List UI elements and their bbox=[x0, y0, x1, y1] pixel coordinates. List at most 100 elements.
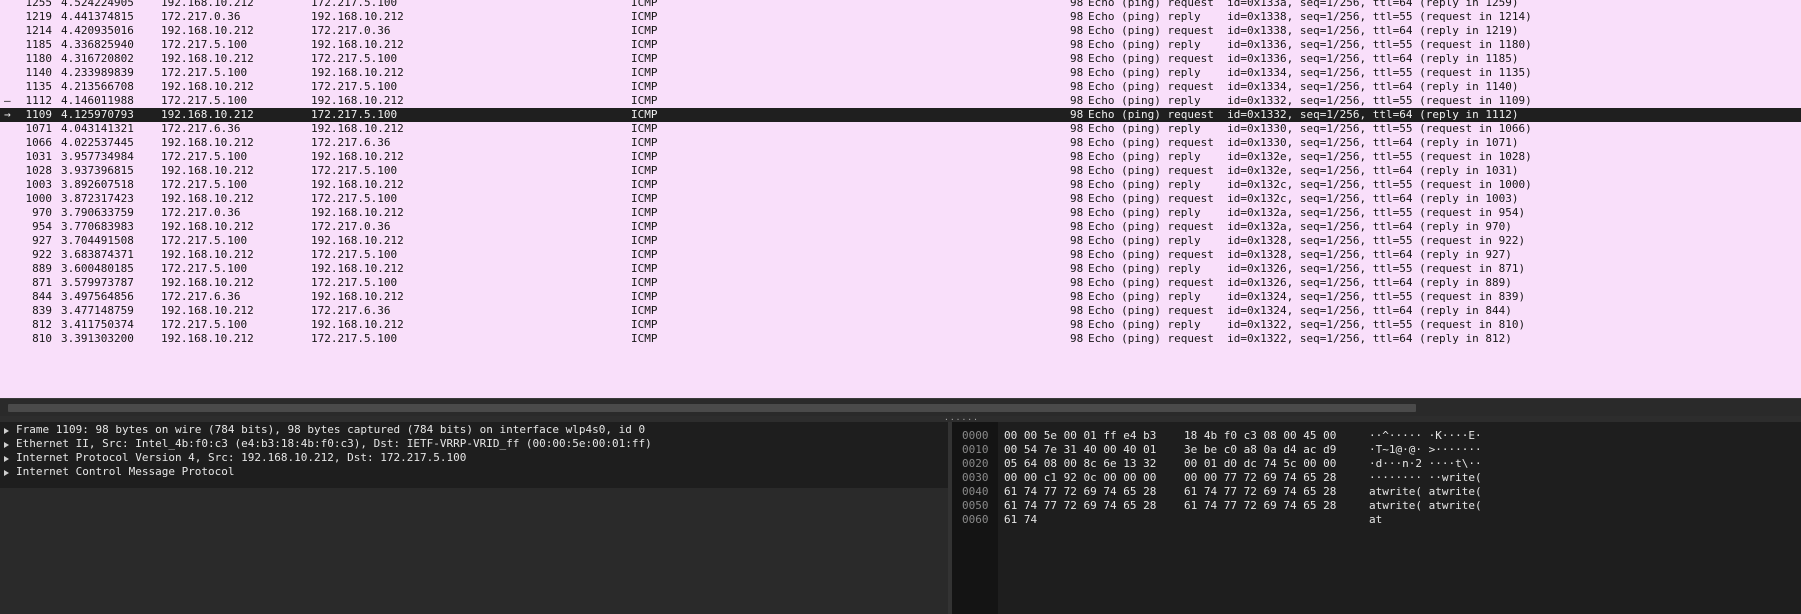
details-tree-item[interactable]: Ethernet II, Src: Intel_4b:f0:c3 (e4:b3:… bbox=[0, 437, 948, 451]
packet-destination: 192.168.10.212 bbox=[311, 94, 404, 107]
packet-length: 98 bbox=[1070, 24, 1084, 37]
packet-destination: 192.168.10.212 bbox=[311, 10, 404, 23]
packet-source: 172.217.6.36 bbox=[161, 290, 241, 303]
bytes-offset: 0000 bbox=[962, 429, 989, 442]
packet-destination: 172.217.0.36 bbox=[311, 220, 391, 233]
packet-row[interactable]: 810 3.391303200 192.168.10.212 172.217.5.10… bbox=[0, 332, 1801, 346]
packet-number: 871 bbox=[32, 276, 52, 289]
packet-time: 3.411750374 bbox=[61, 318, 134, 331]
packet-row[interactable]: 970 3.790633759 172.217.0.36 192.168.10.212… bbox=[0, 206, 1801, 220]
packet-row[interactable]: 1028 3.937396815 192.168.10.212 172.217.5.1… bbox=[0, 164, 1801, 178]
packet-length: 98 bbox=[1070, 248, 1084, 261]
bytes-hex-group: 00 00 77 72 69 74 65 28 bbox=[1184, 471, 1337, 484]
packet-number: 1066 bbox=[25, 136, 53, 149]
packet-row[interactable]: 1003 3.892607518 172.217.5.100 192.168.10.2… bbox=[0, 178, 1801, 192]
packet-source: 192.168.10.212 bbox=[161, 248, 254, 261]
packet-info: Echo (ping) request id=0x132c, seq=1/256… bbox=[1088, 192, 1519, 205]
bytes-ascii: ········ ··write( bbox=[1369, 471, 1482, 484]
packet-row[interactable]: 839 3.477148759 192.168.10.212 172.217.6.36… bbox=[0, 304, 1801, 318]
packet-row[interactable]: 812 3.411750374 172.217.5.100 192.168.10.21… bbox=[0, 318, 1801, 332]
packet-source: 172.217.5.100 bbox=[161, 318, 248, 331]
packet-row[interactable]: 1140 4.233989839 172.217.5.100 192.168.10.2… bbox=[0, 66, 1801, 80]
packet-number: 1185 bbox=[25, 38, 53, 51]
packet-info: Echo (ping) reply id=0x1334, seq=1/256, … bbox=[1088, 66, 1532, 79]
packet-row[interactable]: 1000 3.872317423 192.168.10.212 172.217.5.1… bbox=[0, 192, 1801, 206]
packet-row[interactable]: 1185 4.336825940 172.217.5.100 192.168.10.2… bbox=[0, 38, 1801, 52]
packet-destination: 192.168.10.212 bbox=[311, 150, 404, 163]
packet-row[interactable]: —1112 4.146011988 172.217.5.100 192.168.10.… bbox=[0, 94, 1801, 108]
packet-source: 172.217.5.100 bbox=[161, 94, 248, 107]
bytes-ascii: ·d···n·2 ····t\·· bbox=[1369, 457, 1482, 470]
packet-time: 3.600480185 bbox=[61, 262, 134, 275]
packet-length: 98 bbox=[1070, 318, 1084, 331]
packet-row[interactable]: 1214 4.420935016 192.168.10.212 172.217.0.3… bbox=[0, 24, 1801, 38]
packet-row[interactable]: 1255 4.524224905 192.168.10.212 172.217.5.1… bbox=[0, 0, 1801, 10]
packet-list[interactable]: 1255 4.524224905 192.168.10.212 172.217.5.1… bbox=[0, 0, 1801, 398]
bytes-offset: 0040 bbox=[962, 485, 989, 498]
packet-info: Echo (ping) request id=0x132a, seq=1/256… bbox=[1088, 220, 1512, 233]
bytes-hex-group: 00 00 c1 92 0c 00 00 00 bbox=[1004, 471, 1157, 484]
packet-time: 4.022537445 bbox=[61, 136, 134, 149]
packet-row-selected[interactable]: → 1109 4.125970793 192.168.10.212 172.217.5.… bbox=[0, 108, 1801, 122]
packet-destination: 172.217.5.100 bbox=[311, 0, 398, 9]
packet-details-pane[interactable]: Frame 1109: 98 bytes on wire (784 bits),… bbox=[0, 422, 948, 614]
packet-row[interactable]: 1135 4.213566708 192.168.10.212 172.217.5.1… bbox=[0, 80, 1801, 94]
packet-source: 172.217.0.36 bbox=[161, 10, 241, 23]
packet-number: 844 bbox=[32, 290, 52, 303]
details-tree-item[interactable]: Frame 1109: 98 bytes on wire (784 bits),… bbox=[0, 423, 948, 437]
packet-time: 4.233989839 bbox=[61, 66, 134, 79]
packet-protocol: ICMP bbox=[631, 122, 658, 135]
packet-list-horizontal-scrollbar[interactable] bbox=[0, 398, 1801, 417]
packet-source: 192.168.10.212 bbox=[161, 108, 254, 121]
packet-row[interactable]: 871 3.579973787 192.168.10.212 172.217.5.10… bbox=[0, 276, 1801, 290]
packet-number: 954 bbox=[32, 220, 52, 233]
packet-info: Echo (ping) request id=0x1326, seq=1/256… bbox=[1088, 276, 1512, 289]
packet-protocol: ICMP bbox=[631, 290, 658, 303]
packet-row[interactable]: 1071 4.043141321 172.217.6.36 192.168.10.21… bbox=[0, 122, 1801, 136]
packet-time: 3.770683983 bbox=[61, 220, 134, 233]
packet-protocol: ICMP bbox=[631, 150, 658, 163]
packet-time: 3.892607518 bbox=[61, 178, 134, 191]
packet-destination: 172.217.5.100 bbox=[311, 192, 398, 205]
packet-info: Echo (ping) request id=0x133a, seq=1/256… bbox=[1088, 0, 1519, 9]
scrollbar-thumb[interactable] bbox=[8, 404, 1416, 412]
expand-arrow-icon[interactable] bbox=[4, 470, 9, 476]
packet-row[interactable]: 1031 3.957734984 172.217.5.100 192.168.10.2… bbox=[0, 150, 1801, 164]
packet-source: 192.168.10.212 bbox=[161, 52, 254, 65]
packet-length: 98 bbox=[1070, 122, 1084, 135]
packet-row[interactable]: 889 3.600480185 172.217.5.100 192.168.10.21… bbox=[0, 262, 1801, 276]
packet-protocol: ICMP bbox=[631, 10, 658, 23]
packet-time: 4.043141321 bbox=[61, 122, 134, 135]
packet-row[interactable]: 1180 4.316720802 192.168.10.212 172.217.5.1… bbox=[0, 52, 1801, 66]
packet-number: 810 bbox=[32, 332, 52, 345]
details-tree-item[interactable]: Internet Protocol Version 4, Src: 192.16… bbox=[0, 451, 948, 465]
packet-row[interactable]: 1066 4.022537445 192.168.10.212 172.217.6.3… bbox=[0, 136, 1801, 150]
packet-row[interactable]: 922 3.683874371 192.168.10.212 172.217.5.10… bbox=[0, 248, 1801, 262]
packet-row[interactable]: 927 3.704491508 172.217.5.100 192.168.10.21… bbox=[0, 234, 1801, 248]
packet-length: 98 bbox=[1070, 220, 1084, 233]
packet-row[interactable]: 954 3.770683983 192.168.10.212 172.217.0.36… bbox=[0, 220, 1801, 234]
expand-arrow-icon[interactable] bbox=[4, 442, 9, 448]
packet-source: 172.217.0.36 bbox=[161, 206, 241, 219]
bytes-ascii: atwrite( atwrite( bbox=[1369, 485, 1482, 498]
packet-time: 3.579973787 bbox=[61, 276, 134, 289]
packet-protocol: ICMP bbox=[631, 234, 658, 247]
packet-destination: 192.168.10.212 bbox=[311, 122, 404, 135]
packet-protocol: ICMP bbox=[631, 318, 658, 331]
packet-time: 4.146011988 bbox=[61, 94, 134, 107]
packet-number: 1219 bbox=[25, 10, 53, 23]
packet-destination: 172.217.5.100 bbox=[311, 248, 398, 261]
expand-arrow-icon[interactable] bbox=[4, 428, 9, 434]
expand-arrow-icon[interactable] bbox=[4, 456, 9, 462]
packet-number: 970 bbox=[32, 206, 52, 219]
packet-details-tree[interactable]: Frame 1109: 98 bytes on wire (784 bits),… bbox=[0, 422, 948, 488]
packet-number: 889 bbox=[32, 262, 52, 275]
packet-protocol: ICMP bbox=[631, 276, 658, 289]
packet-row[interactable]: 1219 4.441374815 172.217.0.36 192.168.10.21… bbox=[0, 10, 1801, 24]
packet-protocol: ICMP bbox=[631, 206, 658, 219]
packet-row[interactable]: 844 3.497564856 172.217.6.36 192.168.10.212… bbox=[0, 290, 1801, 304]
packet-info: Echo (ping) reply id=0x1338, seq=1/256, … bbox=[1088, 10, 1532, 23]
packet-info: Echo (ping) reply id=0x1330, seq=1/256, … bbox=[1088, 122, 1532, 135]
details-tree-item[interactable]: Internet Control Message Protocol bbox=[0, 465, 948, 479]
packet-source: 172.217.5.100 bbox=[161, 38, 248, 51]
